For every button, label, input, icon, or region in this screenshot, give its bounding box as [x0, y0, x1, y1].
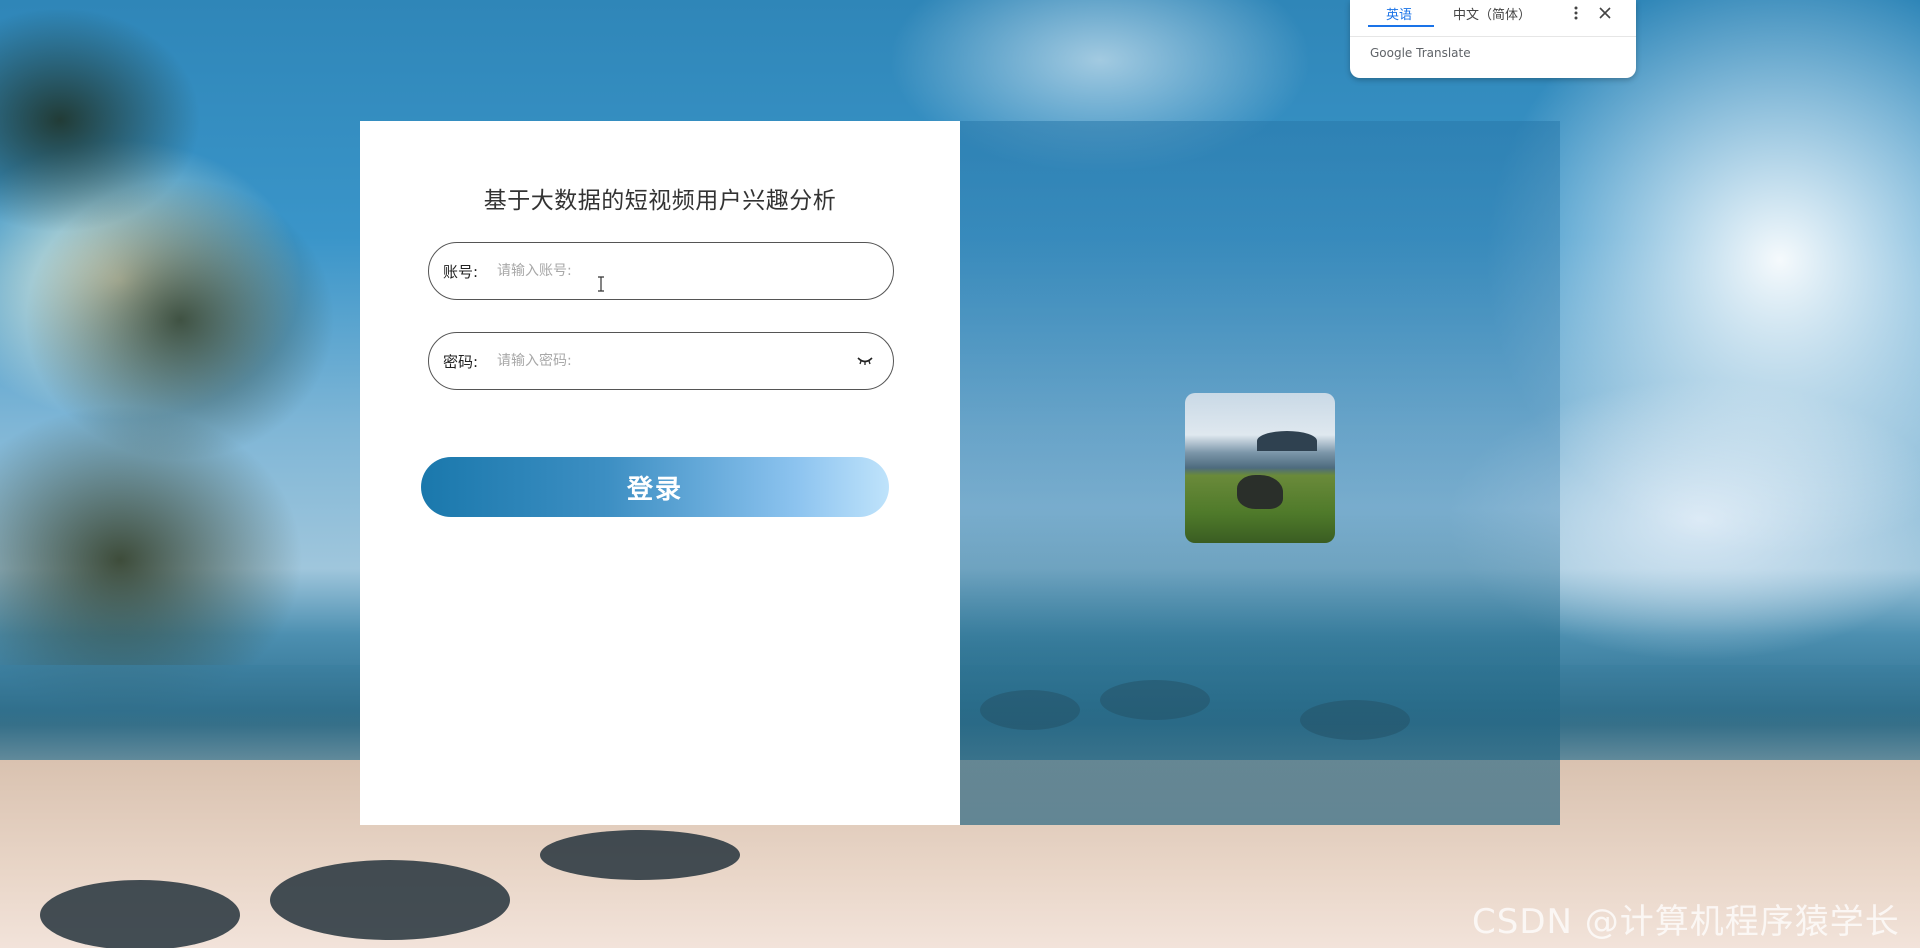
- rock: [40, 880, 240, 948]
- more-vert-icon[interactable]: [1568, 4, 1584, 22]
- password-label: 密码:: [443, 352, 479, 371]
- palm-trees: [0, 0, 360, 760]
- login-button[interactable]: 登录: [421, 457, 889, 517]
- login-card: 基于大数据的短视频用户兴趣分析 账号: 密码: 登录: [360, 121, 1560, 825]
- tab-english[interactable]: 英语: [1386, 4, 1412, 23]
- password-field[interactable]: 密码:: [428, 332, 894, 390]
- preview-thumbnail: [1185, 393, 1335, 543]
- preview-panel: [960, 121, 1560, 825]
- password-input[interactable]: [495, 340, 851, 382]
- rock: [540, 830, 740, 880]
- translate-brand: Google Translate: [1370, 46, 1471, 60]
- username-label: 账号:: [443, 262, 479, 281]
- eye-closed-icon[interactable]: [851, 351, 879, 371]
- page-title: 基于大数据的短视频用户兴趣分析: [483, 188, 837, 214]
- thumbnail-hill: [1257, 431, 1317, 451]
- close-icon[interactable]: [1596, 4, 1614, 22]
- text-cursor-icon: [597, 276, 605, 292]
- username-field[interactable]: 账号:: [428, 242, 894, 300]
- translate-tabs: 英语 中文（简体）: [1350, 0, 1636, 37]
- login-panel: 基于大数据的短视频用户兴趣分析 账号: 密码: 登录: [360, 121, 960, 825]
- rock: [270, 860, 510, 940]
- google-translate-popup: 英语 中文（简体） Google Translate: [1350, 0, 1636, 78]
- watermark: CSDN @计算机程序猿学长: [1472, 902, 1900, 942]
- username-input[interactable]: [495, 250, 893, 292]
- tab-chinese-simplified[interactable]: 中文（简体）: [1453, 4, 1531, 23]
- thumbnail-rock: [1237, 475, 1283, 509]
- active-tab-indicator: [1368, 25, 1434, 27]
